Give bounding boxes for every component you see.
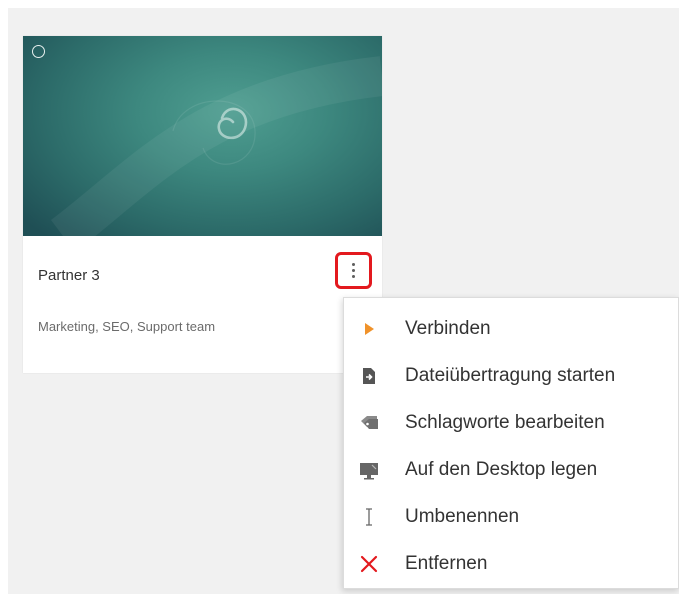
menu-item-connect[interactable]: Verbinden bbox=[344, 305, 678, 352]
menu-item-label: Entfernen bbox=[405, 552, 488, 574]
menu-item-label: Dateiübertragung starten bbox=[405, 364, 616, 386]
close-icon bbox=[358, 553, 380, 575]
card-tags: Marketing, SEO, Support team bbox=[38, 319, 216, 334]
menu-item-label: Verbinden bbox=[405, 317, 491, 339]
partner-card[interactable]: Partner 3 Marketing, SEO, Support team bbox=[23, 36, 382, 373]
text-cursor-icon bbox=[358, 506, 380, 528]
partner-thumbnail[interactable] bbox=[23, 36, 382, 236]
kebab-dot bbox=[352, 275, 355, 278]
tag-icon bbox=[358, 412, 380, 434]
debian-swirl-icon bbox=[50, 56, 382, 236]
file-transfer-icon bbox=[358, 365, 380, 387]
menu-item-desktop[interactable]: Auf den Desktop legen bbox=[344, 446, 678, 493]
menu-item-edit-tags[interactable]: Schlagworte bearbeiten bbox=[344, 399, 678, 446]
play-icon bbox=[358, 318, 380, 340]
menu-item-label: Auf den Desktop legen bbox=[405, 458, 598, 480]
more-options-button[interactable] bbox=[335, 252, 372, 289]
desktop-icon bbox=[358, 459, 380, 481]
context-menu: Verbinden Dateiübertragung starten Schla… bbox=[343, 297, 679, 589]
menu-item-file-transfer[interactable]: Dateiübertragung starten bbox=[344, 352, 678, 399]
select-checkbox[interactable] bbox=[32, 45, 45, 58]
kebab-dot bbox=[352, 269, 355, 272]
kebab-dot bbox=[352, 263, 355, 266]
menu-item-rename[interactable]: Umbenennen bbox=[344, 493, 678, 540]
card-title: Partner 3 bbox=[38, 267, 100, 284]
menu-item-label: Schlagworte bearbeiten bbox=[405, 411, 605, 433]
menu-item-label: Umbenennen bbox=[405, 505, 520, 527]
menu-item-remove[interactable]: Entfernen bbox=[344, 540, 678, 587]
